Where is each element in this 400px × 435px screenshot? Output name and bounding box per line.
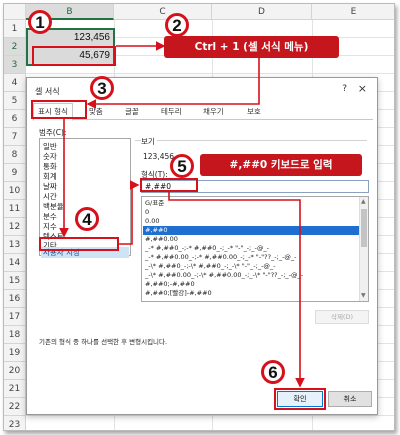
step-badge-5: 5 [170, 154, 194, 178]
dialog-title: 셀 서식 [35, 87, 60, 96]
row-header[interactable]: 19 [4, 344, 26, 362]
row-header[interactable]: 7 [4, 128, 26, 146]
row-header[interactable]: 18 [4, 326, 26, 344]
format-item[interactable]: 0.00 [145, 217, 159, 226]
format-item[interactable]: #,##0;[빨강]-#,##0 [145, 289, 212, 298]
format-item[interactable]: #,##0.00 [145, 235, 178, 244]
scroll-thumb[interactable] [361, 209, 367, 247]
format-list[interactable]: G/표준 0 0.00 #,##0 #,##0.00 _-* #,##0_-;-… [141, 196, 369, 302]
corner-cell[interactable] [4, 4, 26, 20]
row-header[interactable]: 16 [4, 290, 26, 308]
format-item[interactable]: _-\* #,##0_-;-\* #,##0_-;_-\* "-"_-;_-@_… [145, 262, 276, 271]
close-icon[interactable]: × [358, 82, 367, 95]
tab-protection[interactable]: 보호 [243, 104, 265, 120]
tab-fill[interactable]: 채우기 [199, 104, 228, 120]
column-header-c[interactable]: C [114, 4, 212, 20]
scroll-down-icon[interactable]: ▼ [361, 292, 366, 299]
sample-value: 123,456 [143, 152, 175, 161]
format-item[interactable]: 0 [145, 208, 149, 217]
highlight-custom-category [39, 237, 119, 251]
format-item[interactable]: _-* #,##0.00_-;-* #,##0.00_-;_-* "-"??_-… [145, 253, 297, 262]
format-item[interactable]: #,##0;-#,##0 [145, 280, 195, 289]
callout-type-format: #,##0 키보드로 입력 [200, 154, 362, 176]
step-badge-3: 3 [90, 76, 114, 100]
row-header[interactable]: 23 [4, 416, 26, 430]
row-header[interactable]: 2 [4, 38, 26, 56]
row-header[interactable]: 3 [4, 56, 26, 74]
format-list-scrollbar[interactable]: ▲ ▼ [359, 197, 368, 301]
row-header[interactable]: 8 [4, 146, 26, 164]
description-text: 기존의 형식 중 하나를 선택한 후 변형시킵니다. [39, 338, 168, 346]
row-header[interactable]: 4 [4, 74, 26, 92]
row-header[interactable]: 11 [4, 200, 26, 218]
grid-line [26, 415, 394, 416]
row-header[interactable]: 9 [4, 164, 26, 182]
delete-button[interactable]: 삭제(D) [315, 310, 369, 324]
row-header[interactable]: 6 [4, 110, 26, 128]
format-item[interactable]: _-* #,##0_-;-* #,##0_-;_-* "-"_-;_-@_- [145, 244, 269, 253]
column-header-e[interactable]: E [312, 4, 394, 20]
tab-font[interactable]: 글꼴 [121, 104, 143, 120]
row-header[interactable]: 21 [4, 380, 26, 398]
format-item[interactable]: G/표준 [145, 199, 164, 208]
tab-alignment[interactable]: 맞춤 [85, 104, 107, 120]
step-badge-6: 6 [261, 360, 285, 384]
tutorial-frame: B C D E 1 2 3 4 5 6 7 8 9 10 11 12 13 14 15 16 17 18 19 20 2… [3, 3, 395, 431]
column-headers: B C D E [4, 4, 394, 20]
row-header[interactable]: 13 [4, 236, 26, 254]
step-badge-2: 2 [165, 13, 189, 37]
help-icon[interactable]: ? [342, 84, 347, 94]
grid-line [26, 73, 394, 74]
row-header[interactable]: 14 [4, 254, 26, 272]
cancel-button[interactable]: 취소 [328, 391, 372, 407]
row-header[interactable]: 22 [4, 398, 26, 416]
row-header[interactable]: 5 [4, 92, 26, 110]
format-item-selected[interactable]: #,##0 [143, 226, 359, 235]
row-header[interactable]: 12 [4, 218, 26, 236]
tab-border[interactable]: 테두리 [157, 104, 186, 120]
highlight-number-tab [31, 100, 87, 119]
format-item[interactable]: _-\* #,##0.00_-;-\* #,##0.00_-;_-\* "-"?… [145, 271, 303, 280]
step-badge-4: 4 [75, 207, 99, 231]
callout-shortcut: Ctrl + 1 (셀 서식 메뉴) [164, 36, 339, 58]
row-header[interactable]: 15 [4, 272, 26, 290]
column-header-d[interactable]: D [212, 4, 312, 20]
highlight-ok-button [274, 388, 326, 410]
highlight-cells [32, 46, 116, 66]
row-header[interactable]: 1 [4, 20, 26, 38]
row-header[interactable]: 17 [4, 308, 26, 326]
row-header[interactable]: 10 [4, 182, 26, 200]
step-badge-1: 1 [28, 10, 52, 34]
row-header[interactable]: 20 [4, 362, 26, 380]
highlight-type-input [140, 178, 198, 192]
scroll-up-icon[interactable]: ▲ [361, 198, 366, 205]
sample-label: 보기 [141, 136, 157, 147]
category-label: 범주(C): [39, 128, 67, 137]
